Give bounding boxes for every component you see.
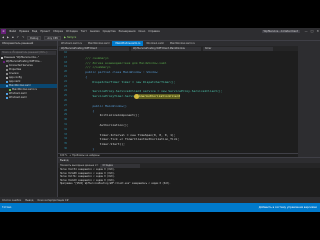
status-text: Готово: [2, 206, 12, 209]
save-icon[interactable]: ▪: [12, 36, 14, 39]
editor-tab[interactable]: Window1.xaml: [143, 41, 167, 46]
solution-search-input[interactable]: Поиск в обозреватель решений (Ctrl+;): [1, 51, 56, 55]
solution-explorer: Обозреватель решений Поиск в обозревател…: [0, 41, 58, 197]
output-line: Программа "[9504] WpfServiceHosting.WPF.…: [60, 182, 171, 186]
visual-studio-logo-icon: ∞: [1, 29, 6, 34]
menu-bar: Файл Правка Вид Проект Сборка Отладка Те…: [9, 30, 160, 33]
menu-test[interactable]: Тест: [81, 30, 87, 33]
code-text: }: [78, 147, 95, 151]
file-icon: [6, 73, 8, 75]
menu-extensions[interactable]: Расширения: [119, 30, 136, 33]
editor-tab-active[interactable]: MainWindow.xaml.cs: [112, 41, 144, 46]
redo-icon[interactable]: ↷: [22, 36, 24, 39]
menu-debug[interactable]: Отладка: [66, 30, 78, 33]
type-nav-select[interactable]: WpfServiceHosting.WPF.Client.MainWindow: [131, 46, 201, 51]
window-controls: — □ ✕: [305, 29, 319, 33]
menu-view[interactable]: Вид: [32, 30, 37, 33]
solution-tree-item-label: Window2.xaml: [9, 96, 27, 99]
forward-icon[interactable]: ▶: [7, 36, 9, 39]
letterbox-top: [0, 0, 320, 28]
tab-error-list[interactable]: Список ошибок: [2, 199, 21, 202]
file-icon: [6, 69, 8, 71]
file-icon: [6, 97, 8, 99]
tab-csharp-interactive[interactable]: Окно интерпретации C#: [37, 199, 68, 202]
code-editor: Window1.xaml.cs MainWindow.xaml MainWind…: [58, 41, 298, 157]
status-bar: Готово Добавить в систему управления вер…: [0, 203, 320, 212]
close-icon[interactable]: ✕: [316, 29, 319, 33]
menu-analyze[interactable]: Анализ: [90, 30, 100, 33]
menu-help[interactable]: Справка: [148, 30, 159, 33]
file-icon: [6, 85, 8, 87]
configuration-select[interactable]: Debug: [27, 35, 42, 40]
menu-tools[interactable]: Средства: [103, 30, 116, 33]
menu-edit[interactable]: Правка: [19, 30, 29, 33]
undo-icon[interactable]: ↶: [17, 36, 19, 39]
back-icon[interactable]: ◀: [2, 36, 4, 39]
editor-tab[interactable]: MainWindow.xaml.cs: [167, 41, 198, 46]
menu-file[interactable]: Файл: [9, 30, 16, 33]
start-button[interactable]: ▶ Запуск: [64, 36, 76, 39]
source-control-button[interactable]: Добавить в систему управления версиями: [259, 206, 317, 209]
maximize-icon[interactable]: □: [311, 29, 314, 33]
file-icon: [9, 89, 11, 91]
file-icon: [6, 77, 8, 79]
letterbox-bottom: [0, 212, 320, 240]
file-icon: [3, 61, 5, 63]
code-line: 36 }: [58, 147, 298, 152]
editor-tab[interactable]: MainWindow.xaml: [85, 41, 113, 46]
file-icon: [6, 65, 8, 67]
file-icon: [6, 81, 8, 83]
title-bar: ∞ Файл Правка Вид Проект Сборка Отладка …: [0, 28, 320, 35]
window-title: WpfService...C-Data.Client: [261, 30, 300, 33]
minimize-icon[interactable]: —: [305, 29, 308, 33]
tab-output[interactable]: Вывод: [25, 199, 33, 202]
file-icon: [6, 93, 8, 95]
member-nav-select[interactable]: timer: [203, 46, 273, 51]
menu-window[interactable]: Окно: [138, 30, 145, 33]
solution-explorer-toolbar: [0, 46, 57, 50]
editor-tab[interactable]: Window1.xaml.cs: [58, 41, 85, 46]
output-panel: Вывод Показать выходные данные от: Отлад…: [58, 157, 320, 197]
platform-select[interactable]: Any CPU: [44, 35, 62, 40]
file-icon: [1, 57, 3, 59]
menu-build[interactable]: Сборка: [53, 30, 63, 33]
output-source-label: Показать выходные данные от:: [60, 164, 99, 167]
start-button-label: Запуск: [66, 36, 77, 39]
project-nav-select[interactable]: WpfServiceHosting.WPF.Client: [59, 46, 129, 51]
line-number: 36: [64, 147, 67, 150]
menu-project[interactable]: Проект: [40, 30, 50, 33]
visual-studio-window: ∞ Файл Правка Вид Проект Сборка Отладка …: [0, 28, 320, 212]
code-area[interactable]: 16 17 /// <summary> 18 /// Логика взаимоде…: [58, 51, 298, 153]
output-source-select[interactable]: Отладка: [100, 163, 141, 168]
solution-tree-item[interactable]: Window2.xaml: [0, 96, 57, 100]
